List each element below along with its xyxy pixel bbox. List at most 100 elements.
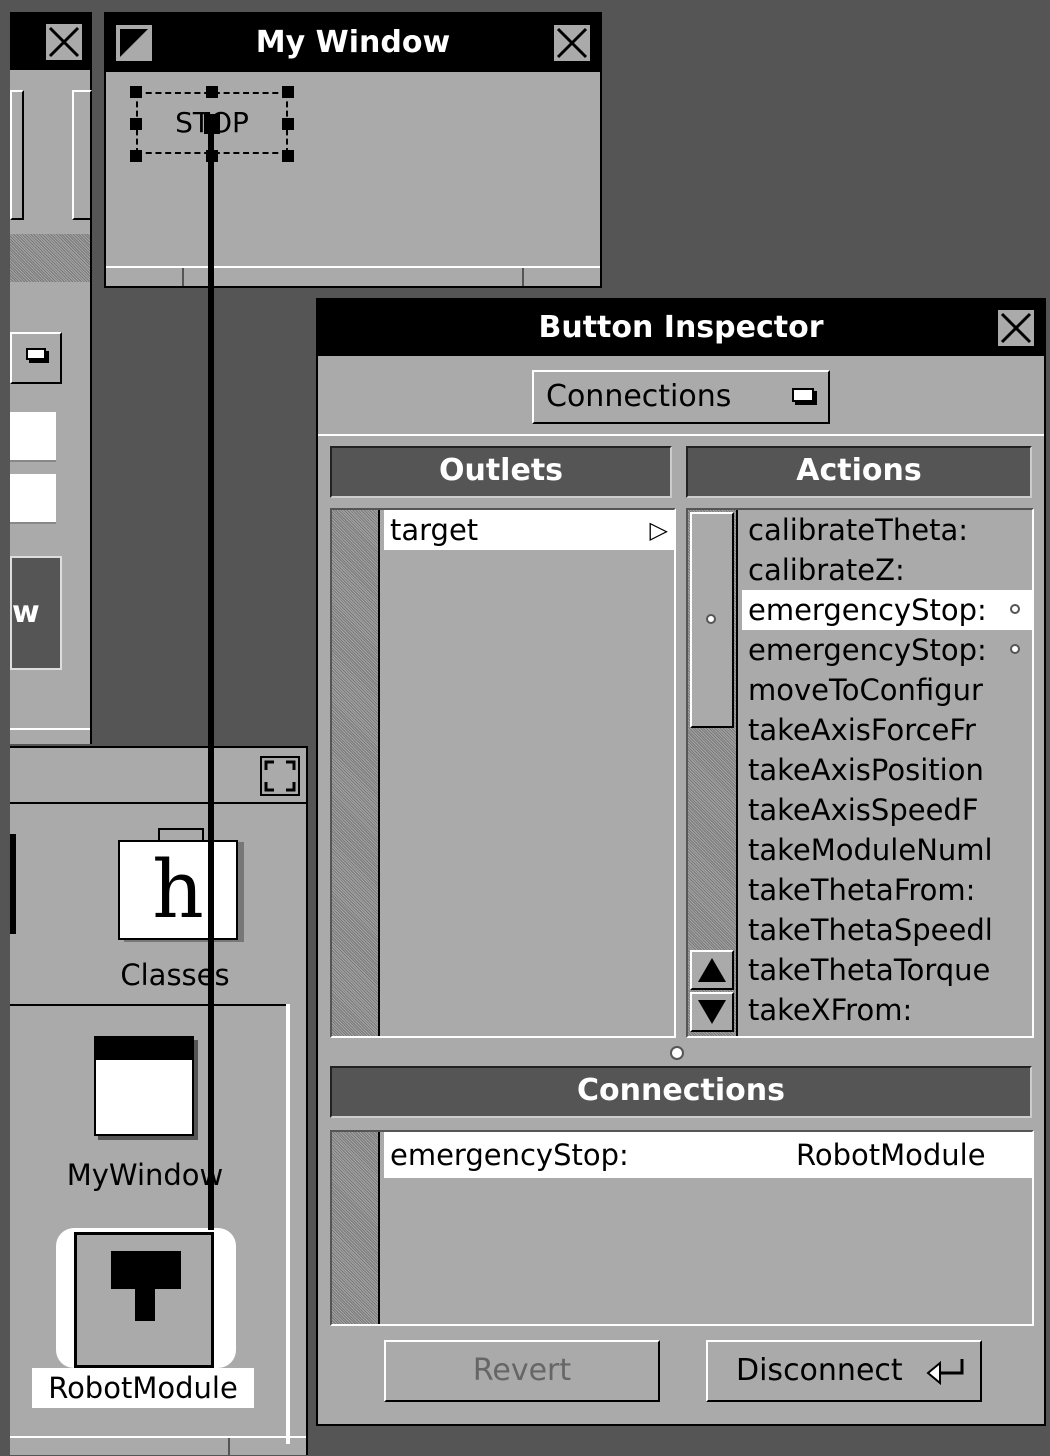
action-name: takeThetaFrom: [748,873,976,907]
close-icon[interactable] [552,23,592,63]
file-window-divider [10,1004,290,1006]
split-view-dimple-icon[interactable] [670,1046,684,1060]
popup-icon [792,388,814,402]
action-row[interactable]: takeAxisForceFr [742,710,1032,750]
resize-icon[interactable] [260,756,300,796]
my-window: My Window STOP [104,12,602,288]
selection-handle[interactable] [130,86,142,98]
close-icon[interactable] [44,22,84,62]
action-row[interactable]: takeXFrom: [742,990,1032,1030]
left-window-dark-button[interactable]: w [10,556,62,670]
classes-icon-letter: h [152,843,204,936]
action-row[interactable]: takeThetaSpeedl [742,910,1032,950]
action-name: emergencyStop: [748,633,987,667]
connections-header: Connections [330,1066,1032,1118]
action-row[interactable]: calibrateTheta: [742,510,1032,550]
window-icon [94,1036,194,1136]
action-row[interactable]: takeAxisSpeedF [742,790,1032,830]
action-row[interactable]: takeAxisPosition [742,750,1032,790]
action-name: takeAxisForceFr [748,713,976,747]
connections-list: emergencyStop: RobotModule [384,1132,1032,1324]
actions-header: Actions [686,446,1032,498]
action-name: moveToConfigur [748,673,983,707]
action-row[interactable]: takeThetaTorque [742,950,1032,990]
file-window-partial-icon[interactable] [10,834,16,934]
action-name: takeAxisPosition [748,753,984,787]
actions-browser: calibrateTheta: calibrateZ: emergencySto… [686,508,1034,1038]
outlets-scrollbar[interactable] [332,510,380,1036]
scroll-knob-dimple-icon [706,614,716,624]
my-window-title: My Window [255,25,451,60]
connection-dot-icon [1010,604,1020,614]
my-window-resize-bar[interactable] [106,266,600,286]
action-name: emergencyStop: [748,593,987,627]
action-row[interactable]: emergencyStop: [742,630,1032,670]
action-row[interactable]: takeThetaFrom: [742,870,1032,910]
robotmodule-label: RobotModule [32,1368,254,1408]
action-name: takeThetaSpeedl [748,913,993,947]
left-window-field-1[interactable] [10,412,56,462]
close-icon[interactable] [996,308,1036,348]
file-window-resize-bar[interactable] [10,1436,306,1456]
classes-label: Classes [120,958,230,992]
actions-scroll-knob[interactable] [690,512,734,728]
suitcase-icon: h [118,840,238,940]
left-window-popup-button[interactable] [10,332,62,384]
file-window-divider-light [286,1004,290,1444]
left-window-resize-bar [10,728,90,744]
outlet-row-target[interactable]: target ▷ [384,510,674,550]
connection-target: RobotModule [796,1138,986,1172]
branch-arrow-icon: ▷ [649,516,668,544]
selection-handle[interactable] [130,150,142,162]
selection-handle[interactable] [130,118,142,130]
button-inspector-window: Button Inspector Connections Outlets Act… [316,298,1046,1426]
revert-button-label: Revert [472,1353,572,1388]
inspector-mode-popup[interactable]: Connections [532,370,830,424]
action-name: takeAxisSpeedF [748,793,979,827]
action-name: takeModuleNuml [748,833,993,867]
action-name: takeThetaTorque [748,953,991,987]
disconnect-button[interactable]: Disconnect [706,1340,982,1402]
left-window-icon-a[interactable] [10,90,24,220]
connection-row[interactable]: emergencyStop: RobotModule [384,1132,1032,1178]
connections-scrollbar[interactable] [332,1132,380,1324]
inspector-mode-popup-label: Connections [546,379,732,414]
left-window-field-2[interactable] [10,474,56,524]
scroll-down-button[interactable] [690,992,734,1032]
selection-handle[interactable] [282,118,294,130]
inspector-title: Button Inspector [538,310,824,345]
left-window-button-text: w [12,595,40,630]
selection-handle[interactable] [282,150,294,162]
my-window-titlebar: My Window [106,14,600,72]
connection-dot-icon [1010,644,1020,654]
arrow-down-icon [698,1000,726,1024]
mywindow-item[interactable]: MyWindow [50,1036,250,1206]
selection-handle[interactable] [282,86,294,98]
classes-item[interactable]: h Classes [110,828,250,998]
outlet-name: target [390,513,479,547]
arrow-up-icon [698,958,726,982]
actions-scrollbar[interactable] [688,510,738,1036]
action-name: calibrateTheta: [748,513,968,547]
revert-button[interactable]: Revert [384,1340,660,1402]
file-window: h Classes MyWindow RobotModule [10,746,308,1456]
action-name: calibrateZ: [748,553,905,587]
outlets-browser: target ▷ [330,508,676,1038]
action-row[interactable]: takeModuleNuml [742,830,1032,870]
inspector-separator [318,434,1044,436]
action-row[interactable]: calibrateZ: [742,550,1032,590]
action-name: takeXFrom: [748,993,913,1027]
popup-icon [26,348,46,360]
miniaturize-icon[interactable] [114,23,154,63]
scroll-up-button[interactable] [690,950,734,990]
return-key-icon [926,1359,964,1386]
left-partial-window: w [10,12,92,744]
outlets-header: Outlets [330,446,672,498]
robotmodule-icon [74,1232,214,1368]
left-window-icon-b[interactable] [72,90,92,220]
outlets-list: target ▷ [384,510,674,1036]
action-row[interactable]: moveToConfigur [742,670,1032,710]
selection-handle[interactable] [206,86,218,98]
action-row-selected[interactable]: emergencyStop: [742,590,1032,630]
left-window-divider [10,234,90,282]
